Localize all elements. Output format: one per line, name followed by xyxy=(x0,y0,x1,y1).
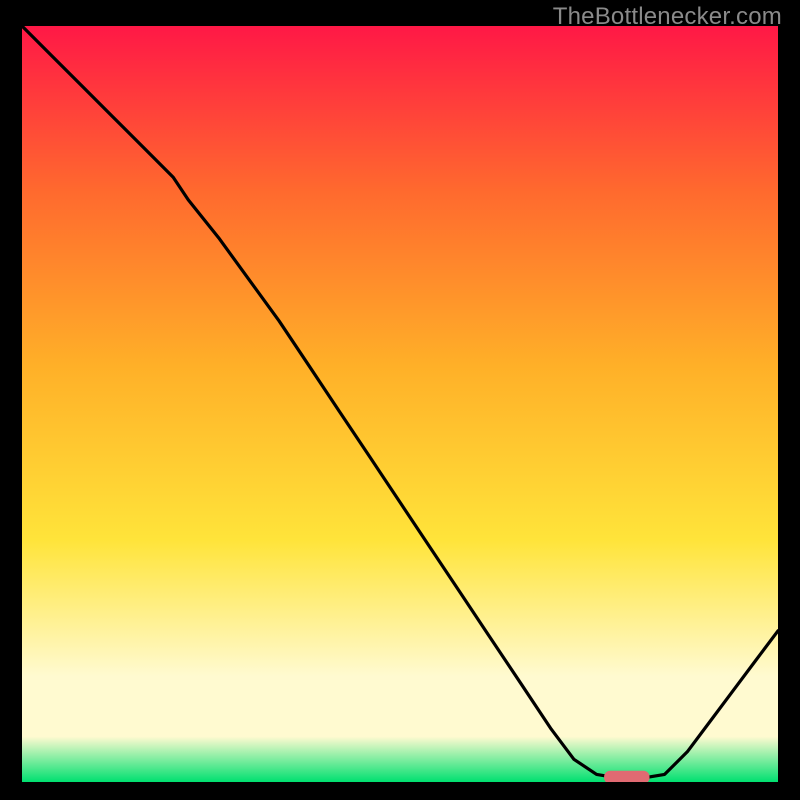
bottleneck-chart xyxy=(22,26,778,782)
optimal-range-marker xyxy=(604,771,649,782)
chart-frame xyxy=(22,26,778,782)
